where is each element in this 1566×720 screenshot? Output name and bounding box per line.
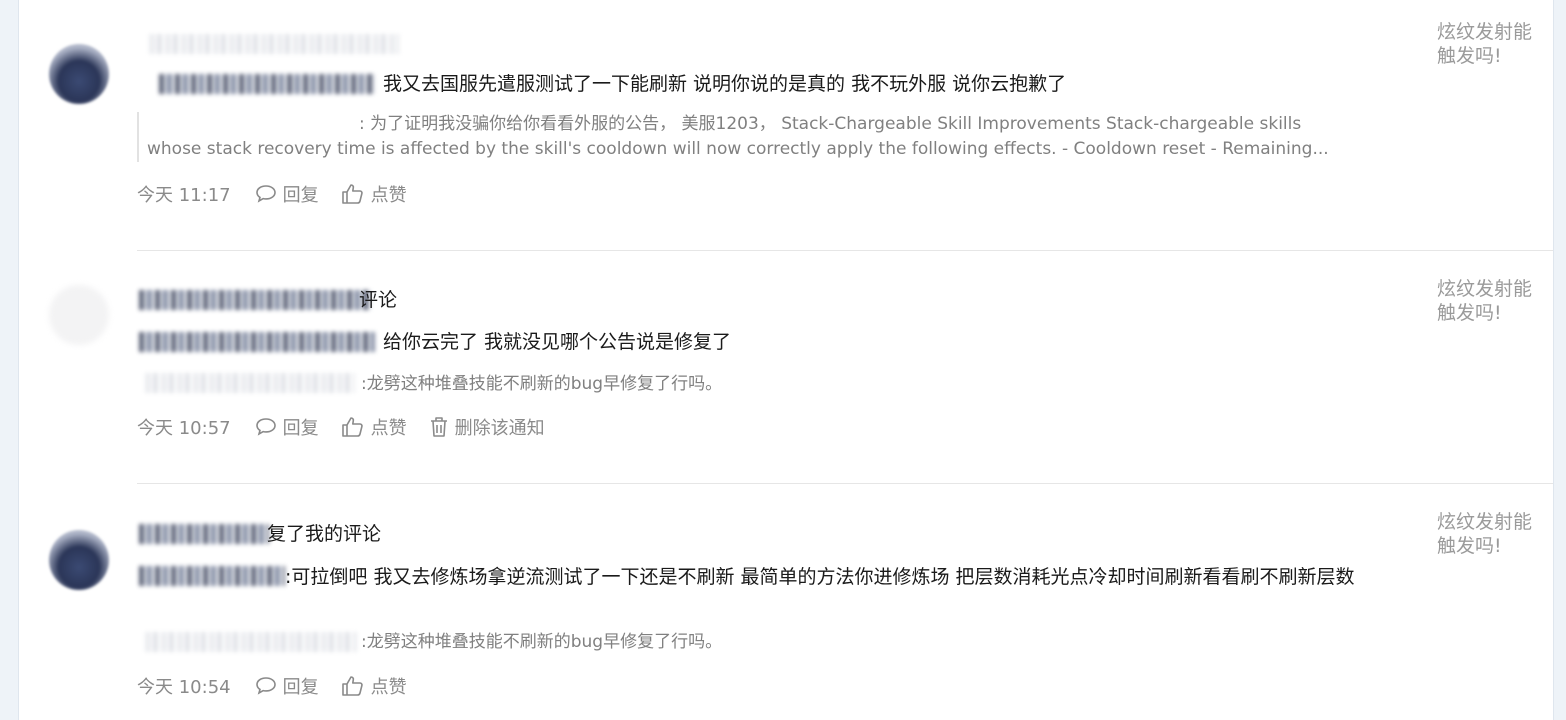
delete-notification-button[interactable]: 删除该通知 — [429, 414, 545, 440]
avatar[interactable] — [49, 285, 109, 345]
thumbs-up-icon — [341, 417, 363, 437]
original-post-excerpt[interactable]: 炫纹发射能触发吗! — [1437, 510, 1533, 558]
notification-list: 我又去国服先遣服测试了一下能刷新 说明你说的是真的 我不玩外服 说你云抱歉了 :… — [18, 0, 1554, 720]
delete-label: 删除该通知 — [454, 418, 545, 439]
speech-bubble-icon — [255, 418, 276, 436]
reply-button[interactable]: 回复 — [255, 181, 319, 207]
like-button[interactable]: 点赞 — [341, 181, 407, 207]
quote-line: whose stack recovery time is affected by… — [147, 139, 1329, 159]
blurred-username — [145, 373, 355, 393]
notification-meta: 今天 11:17 回复 点赞 — [137, 181, 429, 207]
reply-button[interactable]: 回复 — [255, 673, 319, 699]
notification-meta: 今天 10:57 回复 点赞 删除该通知 — [137, 414, 567, 440]
original-post-excerpt[interactable]: 炫纹发射能触发吗! — [1437, 277, 1533, 325]
like-label: 点赞 — [370, 185, 407, 206]
avatar[interactable] — [49, 530, 109, 590]
avatar[interactable] — [49, 44, 109, 104]
notification-item: 评论 给你云完了 我就没见哪个公告说是修复了 :龙劈这种堆叠技能不刷新的bug早… — [19, 251, 1553, 483]
like-label: 点赞 — [370, 418, 407, 439]
like-label: 点赞 — [370, 677, 407, 698]
original-post-excerpt[interactable]: 炫纹发射能触发吗! — [1437, 20, 1533, 68]
timestamp: 今天 10:54 — [137, 677, 231, 698]
timestamp: 今天 11:17 — [137, 185, 231, 206]
speech-bubble-icon — [255, 677, 276, 695]
quoted-comment[interactable]: :龙劈这种堆叠技能不刷新的bug早修复了行吗。 — [361, 371, 722, 397]
notification-headline: 给你云完了 我就没见哪个公告说是修复了 — [383, 331, 732, 353]
thumbs-up-icon — [341, 676, 363, 696]
blurred-username[interactable] — [139, 332, 375, 352]
reply-button[interactable]: 回复 — [255, 414, 319, 440]
blurred-username — [145, 632, 357, 652]
reply-label: 回复 — [282, 418, 319, 439]
notification-headline: 我又去国服先遣服测试了一下能刷新 说明你说的是真的 我不玩外服 说你云抱歉了 — [383, 73, 1067, 95]
trash-can-icon — [430, 417, 447, 437]
like-button[interactable]: 点赞 — [341, 414, 407, 440]
reply-label: 回复 — [282, 185, 319, 206]
notification-meta: 今天 10:54 回复 点赞 — [137, 673, 429, 699]
blurred-username[interactable] — [159, 74, 375, 94]
like-button[interactable]: 点赞 — [341, 673, 407, 699]
notification-title: 评论 — [359, 289, 398, 311]
blurred-username[interactable] — [139, 290, 371, 310]
notification-item: 我又去国服先遣服测试了一下能刷新 说明你说的是真的 我不玩外服 说你云抱歉了 :… — [19, 0, 1553, 250]
quoted-comment[interactable]: : 为了证明我没骗你给你看看外服的公告， 美服1203， Stack-Charg… — [137, 112, 1437, 162]
notification-title: 复了我的评论 — [267, 523, 382, 545]
quote-line: : 为了证明我没骗你给你看看外服的公告， 美服1203， Stack-Charg… — [359, 114, 1302, 134]
reply-label: 回复 — [282, 677, 319, 698]
speech-bubble-icon — [255, 185, 276, 203]
notification-headline: :可拉倒吧 我又去修炼场拿逆流测试了一下还是不刷新 最简单的方法你进修炼场 把层… — [285, 566, 1355, 588]
blurred-username[interactable] — [139, 524, 269, 544]
blurred-username — [149, 34, 399, 54]
quoted-comment[interactable]: :龙劈这种堆叠技能不刷新的bug早修复了行吗。 — [361, 629, 722, 655]
notification-item: 复了我的评论 :可拉倒吧 我又去修炼场拿逆流测试了一下还是不刷新 最简单的方法你… — [19, 484, 1553, 720]
thumbs-up-icon — [341, 184, 363, 204]
timestamp: 今天 10:57 — [137, 418, 231, 439]
